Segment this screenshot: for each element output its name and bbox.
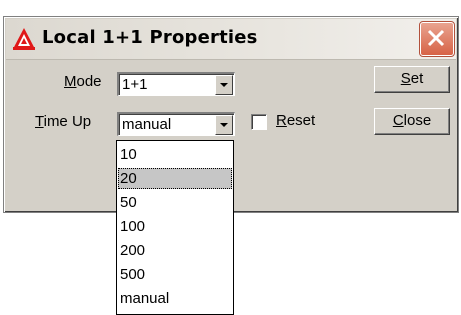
reset-checkbox[interactable] [251,114,267,130]
dropdown-option-10[interactable]: 10 [118,144,232,165]
dropdown-option-50[interactable]: 50 [118,192,232,213]
set-button-label: et [410,70,424,87]
set-button-access-key: S [400,70,411,87]
close-x-icon [427,29,445,47]
time-up-label-text: ime Up [43,113,92,130]
time-up-label: Time Up [35,113,91,130]
mode-select[interactable]: 1+1 [117,72,235,96]
dropdown-option-manual[interactable]: manual [118,288,232,309]
mode-label: Mode [64,73,102,90]
dropdown-option-20[interactable]: 20 [118,168,232,189]
triangle-a-logo-icon [13,28,35,50]
close-button-label: lose [403,112,432,129]
title-bar[interactable]: Local 1+1 Properties [6,19,456,60]
mode-label-text: ode [76,73,102,90]
mode-select-value: 1+1 [122,76,148,93]
time-up-label-access-key: T [35,113,44,130]
mode-select-chevron-down-icon[interactable] [215,75,233,95]
time-up-select-value: manual [122,116,172,133]
reset-label-access-key: R [276,112,287,129]
close-button-access-key: C [392,112,404,129]
dropdown-option-100[interactable]: 100 [118,216,232,237]
dropdown-option-500[interactable]: 500 [118,264,232,285]
reset-label[interactable]: Reset [276,112,315,129]
dropdown-option-200[interactable]: 200 [118,240,232,261]
time-up-dropdown-list[interactable]: 10 20 50 100 200 500 manual [116,140,234,315]
close-button[interactable]: Close [374,108,450,135]
reset-label-text: eset [286,112,316,129]
time-up-select[interactable]: manual [117,112,235,136]
set-button[interactable]: Set [374,66,450,93]
mode-label-access-key: M [64,73,77,90]
close-window-button[interactable] [419,21,455,57]
time-up-select-chevron-down-icon[interactable] [215,115,233,135]
window-title: Local 1+1 Properties [42,27,258,48]
